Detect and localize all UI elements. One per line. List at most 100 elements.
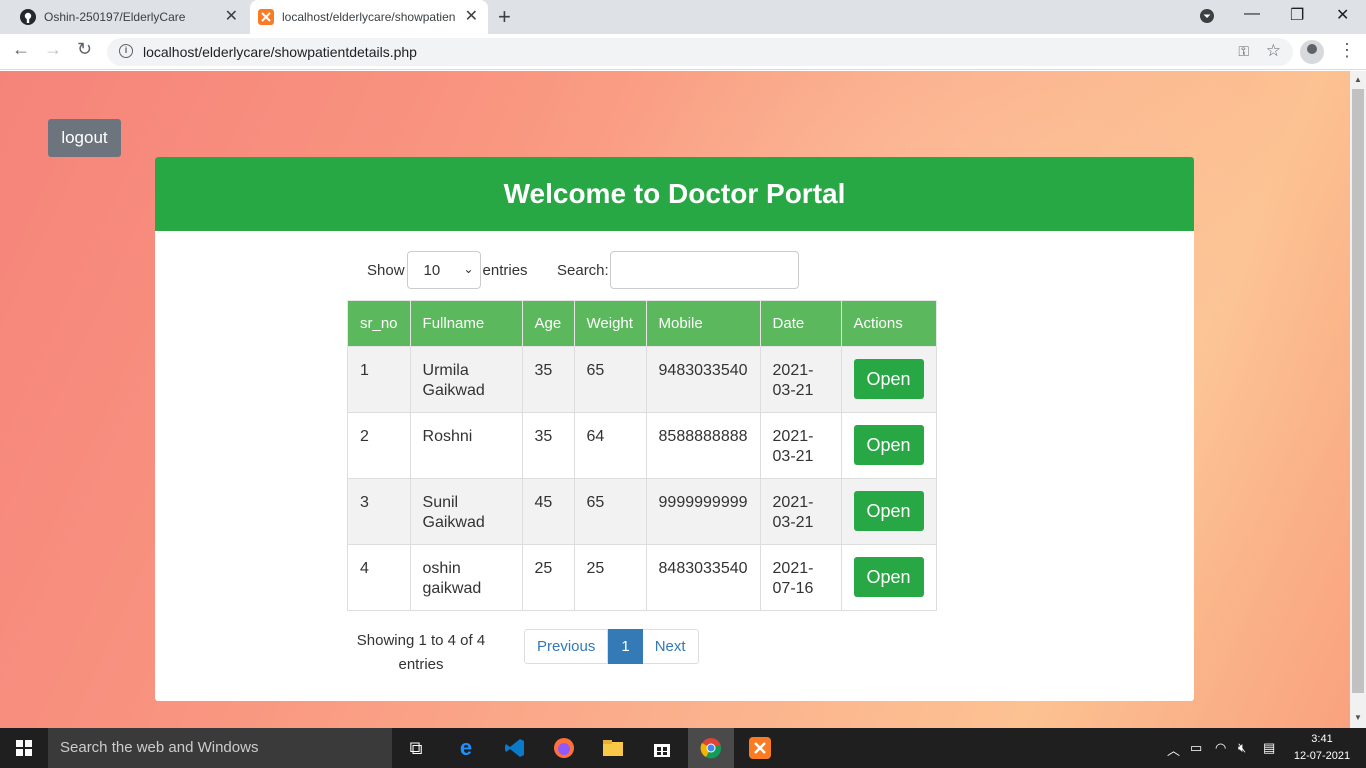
scrollbar-thumb[interactable] xyxy=(1352,89,1364,693)
cell-weight: 25 xyxy=(573,544,647,611)
back-icon[interactable]: ← xyxy=(12,39,30,60)
page-scrollbar[interactable]: ▲ ▼ xyxy=(1350,71,1366,728)
cell-age: 45 xyxy=(521,478,575,545)
menu-kebab-icon[interactable]: ⋮ xyxy=(1338,40,1356,61)
edge-icon[interactable]: e xyxy=(454,735,478,760)
file-explorer-icon[interactable] xyxy=(601,736,625,760)
windows-start-icon[interactable] xyxy=(16,740,32,756)
reload-icon[interactable]: ↻ xyxy=(77,39,92,60)
battery-icon[interactable]: ▭ xyxy=(1190,740,1202,756)
search-label: Search: xyxy=(557,261,609,279)
minimize-icon[interactable]: — xyxy=(1244,5,1260,23)
scroll-down-icon[interactable]: ▼ xyxy=(1354,713,1362,722)
notification-icon[interactable]: ▤ xyxy=(1263,740,1275,756)
taskbar-clock[interactable]: 3:41 12-07-2021 xyxy=(1290,731,1354,765)
search-input[interactable] xyxy=(609,251,799,289)
cell-date: 2021-07-16 xyxy=(759,544,842,611)
column-header-mobile[interactable]: Mobile xyxy=(645,300,761,347)
entries-length-control: Show 10 ⌄ entries xyxy=(367,251,528,289)
cell-mobile: 9483033540 xyxy=(645,346,761,413)
table-row: 2 Roshni 35 64 8588888888 2021-03-21 Ope… xyxy=(347,412,937,479)
column-header-age[interactable]: Age xyxy=(521,300,575,347)
show-label: Show xyxy=(367,261,405,279)
cell-sr-no: 3 xyxy=(347,478,411,545)
open-button[interactable]: Open xyxy=(853,557,924,597)
cell-sr-no: 2 xyxy=(347,412,411,479)
entries-select-value: 10 xyxy=(423,261,441,279)
cell-mobile: 9999999999 xyxy=(645,478,761,545)
key-icon[interactable]: ⚿ xyxy=(1238,43,1249,60)
store-icon[interactable] xyxy=(650,736,674,760)
page-title: Welcome to Doctor Portal xyxy=(155,157,1194,231)
chrome-icon[interactable] xyxy=(699,736,723,760)
cell-weight: 65 xyxy=(573,346,647,413)
forward-icon[interactable]: → xyxy=(44,39,62,60)
github-icon xyxy=(20,9,36,25)
close-tab-icon[interactable]: ✕ xyxy=(225,9,238,25)
cell-date: 2021-03-21 xyxy=(759,478,842,545)
cell-fullname: Urmila Gaikwad xyxy=(409,346,523,413)
cell-fullname: Sunil Gaikwad xyxy=(409,478,523,545)
column-header-sr-no[interactable]: sr_no xyxy=(347,300,411,347)
restore-icon[interactable]: ❐ xyxy=(1290,5,1304,25)
cell-date: 2021-03-21 xyxy=(759,412,842,479)
doctor-portal-card: Welcome to Doctor Portal Show 10 ⌄ entri… xyxy=(155,157,1194,701)
open-button[interactable]: Open xyxy=(853,359,924,399)
pagination-previous[interactable]: Previous xyxy=(524,629,609,664)
info-icon[interactable]: i xyxy=(119,44,133,58)
cell-weight: 65 xyxy=(573,478,647,545)
table-row: 3 Sunil Gaikwad 45 65 9999999999 2021-03… xyxy=(347,478,937,545)
scroll-up-icon[interactable]: ▲ xyxy=(1354,75,1362,84)
window-close-icon[interactable]: ✕ xyxy=(1336,5,1349,25)
table-row: 4 oshin gaikwad 25 25 8483033540 2021-07… xyxy=(347,544,937,611)
open-button[interactable]: Open xyxy=(853,491,924,531)
pagination-next[interactable]: Next xyxy=(642,629,699,664)
chevron-down-icon: ⌄ xyxy=(463,262,474,276)
close-tab-icon[interactable]: ✕ xyxy=(465,9,478,25)
table-header-row: sr_no Fullname Age Weight Mobile Date Ac… xyxy=(347,300,937,347)
pagination-page-1[interactable]: 1 xyxy=(608,629,643,664)
profile-avatar[interactable] xyxy=(1300,40,1324,64)
column-header-fullname[interactable]: Fullname xyxy=(409,300,523,347)
cell-date: 2021-03-21 xyxy=(759,346,842,413)
clock-date: 12-07-2021 xyxy=(1293,750,1351,762)
open-button[interactable]: Open xyxy=(853,425,924,465)
new-tab-icon[interactable]: + xyxy=(498,6,511,28)
cell-mobile: 8483033540 xyxy=(645,544,761,611)
vscode-icon[interactable] xyxy=(503,736,527,760)
table-row: 1 Urmila Gaikwad 35 65 9483033540 2021-0… xyxy=(347,346,937,413)
url-text[interactable]: localhost/elderlycare/showpatientdetails… xyxy=(143,44,417,60)
entries-select[interactable]: 10 ⌄ xyxy=(406,251,481,289)
cell-actions: Open xyxy=(840,478,937,545)
page-background: logout Welcome to Doctor Portal Show 10 … xyxy=(0,71,1350,728)
task-view-icon[interactable]: ⧉ xyxy=(404,736,428,760)
tab-title: localhost/elderlycare/showpatien xyxy=(282,10,456,24)
address-bar[interactable]: i localhost/elderlycare/showpatientdetai… xyxy=(107,38,1293,66)
patients-table: sr_no Fullname Age Weight Mobile Date Ac… xyxy=(347,300,937,611)
logout-button[interactable]: logout xyxy=(48,119,121,157)
xampp-taskbar-icon[interactable] xyxy=(748,736,772,760)
cell-fullname: oshin gaikwad xyxy=(409,544,523,611)
column-header-date[interactable]: Date xyxy=(759,300,842,347)
bookmark-star-icon[interactable]: ☆ xyxy=(1266,41,1281,61)
show-hidden-icons-icon[interactable]: ︿ xyxy=(1167,740,1180,759)
table-search: Search: xyxy=(557,251,799,289)
cell-age: 25 xyxy=(521,544,575,611)
cell-fullname: Roshni xyxy=(409,412,523,479)
cell-sr-no: 4 xyxy=(347,544,411,611)
tab-github[interactable]: Oshin-250197/ElderlyCare ✕ xyxy=(12,0,248,34)
tab-localhost[interactable]: localhost/elderlycare/showpatien ✕ xyxy=(250,0,488,34)
tab-search-icon[interactable] xyxy=(1199,8,1215,29)
cell-actions: Open xyxy=(840,412,937,479)
wifi-icon[interactable]: ◠ xyxy=(1215,740,1226,756)
volume-muted-icon[interactable]: 🔇︎ xyxy=(1238,740,1246,756)
entries-label: entries xyxy=(482,261,528,279)
clock-time: 3:41 xyxy=(1311,733,1333,745)
firefox-icon[interactable] xyxy=(552,736,576,760)
column-header-actions[interactable]: Actions xyxy=(840,300,937,347)
windows-taskbar: Search the web and Windows ⧉ e ︿ ▭ ◠ 🔇︎ … xyxy=(0,728,1366,768)
column-header-weight[interactable]: Weight xyxy=(573,300,647,347)
browser-tab-bar: Oshin-250197/ElderlyCare ✕ localhost/eld… xyxy=(0,0,1366,34)
cell-age: 35 xyxy=(521,412,575,479)
taskbar-search-box[interactable]: Search the web and Windows xyxy=(48,728,392,768)
